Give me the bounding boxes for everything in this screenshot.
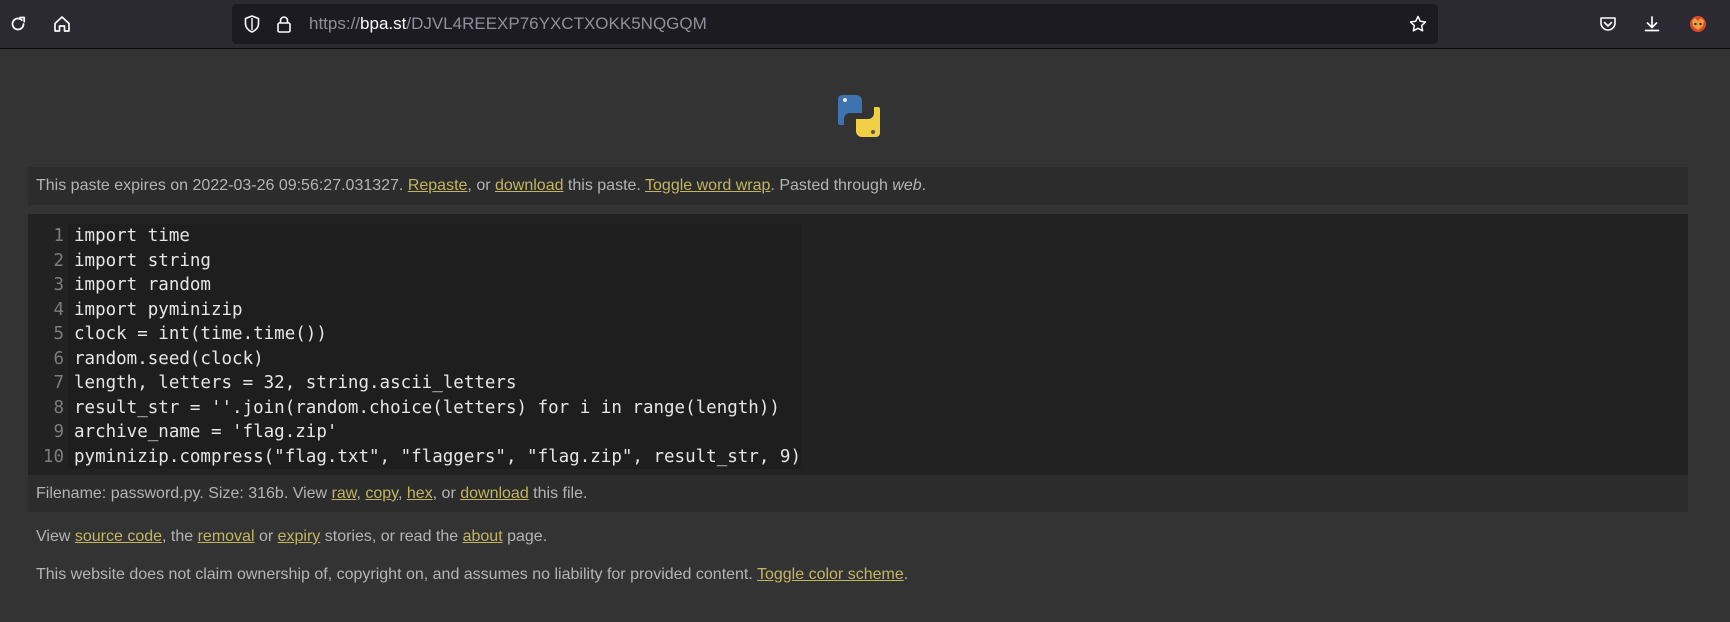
- code-text: clock = int(time.time()): [68, 322, 801, 347]
- home-icon[interactable]: [46, 8, 78, 40]
- code-line: 5 clock = int(time.time()): [28, 322, 801, 347]
- file-separator: , or: [432, 485, 461, 502]
- code-line: 9 archive_name = 'flag.zip': [28, 420, 801, 445]
- line-number[interactable]: 7: [28, 371, 68, 396]
- footer-text: page.: [502, 528, 548, 545]
- line-number[interactable]: 4: [28, 298, 68, 323]
- removal-link[interactable]: removal: [198, 528, 255, 545]
- code-text: pyminizip.compress("flag.txt", "flaggers…: [68, 444, 801, 469]
- footer-text: View: [36, 528, 75, 545]
- paste-page: This paste expires on 2022-03-26 09:56:2…: [0, 49, 1730, 622]
- code-line: 8 result_str = ''.join(random.choice(lett…: [28, 395, 801, 421]
- meta-text: this paste.: [563, 177, 646, 194]
- code-text: import string: [68, 248, 801, 273]
- code-line: 2 import string: [28, 248, 801, 274]
- file-info: Filename: password.py. Size: 316b. View …: [28, 475, 1688, 512]
- extension-icon[interactable]: [1682, 8, 1714, 40]
- code-line: 6 random.seed(clock): [28, 346, 801, 372]
- pocket-icon[interactable]: [1592, 8, 1624, 40]
- shield-icon[interactable]: [242, 14, 262, 34]
- url-scheme: https://: [309, 14, 361, 33]
- toggle-color-scheme-link[interactable]: Toggle color scheme: [757, 566, 904, 583]
- line-number[interactable]: 8: [28, 396, 68, 421]
- code-text: import time: [68, 224, 801, 249]
- footer-links: View source code, the removal or expiry …: [36, 527, 547, 547]
- code-line: 4 import pyminizip: [28, 297, 801, 323]
- file-info-text: Filename: password.py. Size: 316b. View: [36, 485, 332, 502]
- download-file-link[interactable]: download: [460, 485, 529, 502]
- footer-text: , the: [162, 528, 198, 545]
- download-paste-link[interactable]: download: [495, 177, 564, 194]
- hex-link[interactable]: hex: [407, 485, 433, 502]
- raw-link[interactable]: raw: [332, 485, 357, 502]
- reload-icon[interactable]: [2, 8, 34, 40]
- line-number[interactable]: 1: [28, 224, 68, 249]
- expiry-link[interactable]: expiry: [278, 528, 321, 545]
- python-logo: [838, 95, 880, 137]
- code-table: 1 import time 2 import string 3 import random…: [28, 224, 801, 469]
- paste-meta: This paste expires on 2022-03-26 09:56:2…: [28, 167, 1688, 205]
- footer-text: or: [254, 528, 278, 545]
- bookmark-star-icon[interactable]: [1408, 14, 1428, 34]
- line-number[interactable]: 3: [28, 273, 68, 298]
- line-number[interactable]: 9: [28, 420, 68, 445]
- address-bar[interactable]: https://bpa.st/DJVL4REEXP76YXCTXOKK5NQGQ…: [232, 4, 1438, 44]
- meta-text: . Pasted through: [770, 177, 893, 194]
- code-line: 10 pyminizip.compress("flag.txt", "flagge…: [28, 444, 801, 470]
- repaste-link[interactable]: Repaste: [408, 177, 468, 194]
- line-number[interactable]: 5: [28, 322, 68, 347]
- code-text: length, letters = 32, string.ascii_lette…: [68, 371, 801, 396]
- toggle-word-wrap-link[interactable]: Toggle word wrap: [645, 177, 770, 194]
- code-text: result_str = ''.join(random.choice(lette…: [68, 395, 801, 420]
- line-number[interactable]: 6: [28, 347, 68, 372]
- url-path: /DJVL4REEXP76YXCTXOKK5NQGQM: [406, 14, 707, 33]
- code-line: 7 length, letters = 32, string.ascii_lett…: [28, 371, 801, 396]
- paste-source: web: [892, 177, 922, 194]
- footer-text: stories, or read the: [320, 528, 463, 545]
- lock-icon[interactable]: [274, 14, 294, 34]
- download-icon[interactable]: [1636, 8, 1668, 40]
- code-text: archive_name = 'flag.zip': [68, 420, 801, 445]
- url-host: bpa.st: [360, 14, 407, 33]
- line-number[interactable]: 2: [28, 249, 68, 274]
- copy-link[interactable]: copy: [365, 485, 398, 502]
- code-text: import pyminizip: [68, 297, 801, 322]
- line-number[interactable]: 10: [28, 445, 68, 470]
- code-text: import random: [68, 273, 801, 298]
- footer-text: .: [903, 566, 909, 583]
- url-text[interactable]: https://bpa.st/DJVL4REEXP76YXCTXOKK5NQGQ…: [309, 4, 707, 44]
- code-block: 1 import time 2 import string 3 import random…: [28, 214, 1688, 475]
- code-line: 1 import time: [28, 224, 801, 249]
- browser-toolbar: https://bpa.st/DJVL4REEXP76YXCTXOKK5NQGQ…: [0, 0, 1730, 49]
- meta-separator: , or: [467, 177, 495, 194]
- meta-text: .: [921, 177, 927, 194]
- about-link[interactable]: about: [463, 528, 503, 545]
- file-info-text: this file.: [528, 485, 588, 502]
- expiry-text: This paste expires on 2022-03-26 09:56:2…: [36, 177, 408, 194]
- file-separator: ,: [397, 485, 407, 502]
- code-line: 3 import random: [28, 273, 801, 298]
- source-code-link[interactable]: source code: [75, 528, 162, 545]
- disclaimer-text: This website does not claim ownership of…: [36, 566, 757, 583]
- footer-disclaimer: This website does not claim ownership of…: [36, 565, 908, 585]
- code-text: random.seed(clock): [68, 346, 801, 371]
